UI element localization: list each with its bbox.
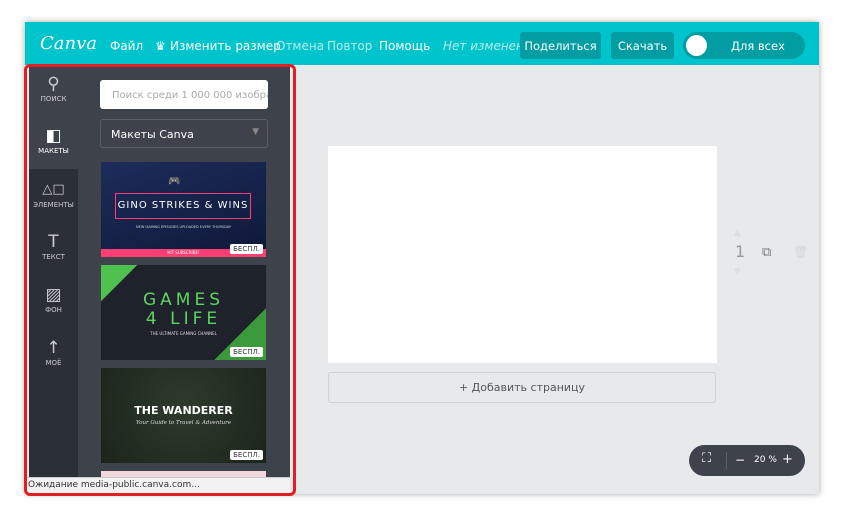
zoom-control: ⛶ − 20 % + [689, 445, 805, 476]
zoom-out-button[interactable]: − [735, 453, 745, 467]
duplicate-page-icon[interactable]: ⧉ [762, 245, 771, 260]
zoom-in-button[interactable]: + [782, 452, 793, 467]
help-menu[interactable]: Помощь [379, 39, 430, 53]
present-icon[interactable]: ⛶ [702, 451, 711, 466]
add-page-button[interactable]: + Добавить страницу [328, 372, 716, 403]
toggle-knob [686, 35, 707, 56]
download-button[interactable]: Скачать [611, 32, 674, 59]
page-number: 1 [735, 242, 746, 261]
redo-button[interactable]: Повтор [327, 39, 372, 53]
file-menu[interactable]: Файл [110, 39, 143, 53]
share-button[interactable]: Поделиться [520, 32, 601, 59]
design-page[interactable] [328, 146, 717, 363]
visibility-toggle[interactable]: Для всех [683, 32, 805, 59]
resize-button[interactable]: Изменить размер [170, 39, 281, 53]
undo-button[interactable]: Отмена [276, 39, 324, 53]
visibility-label: Для всех [731, 39, 785, 53]
top-bar: Canva Файл ♛ Изменить размер Отмена Повт… [25, 22, 819, 65]
canva-logo[interactable]: Canva [40, 33, 97, 54]
move-down-icon[interactable]: ▼ [734, 267, 741, 277]
delete-page-icon[interactable]: 🗑 [793, 245, 808, 259]
zoom-level: 20 % [754, 455, 777, 465]
move-up-icon[interactable]: ▲ [734, 228, 741, 238]
crown-icon: ♛ [155, 39, 166, 53]
highlight-frame [24, 64, 296, 496]
divider [726, 452, 727, 469]
